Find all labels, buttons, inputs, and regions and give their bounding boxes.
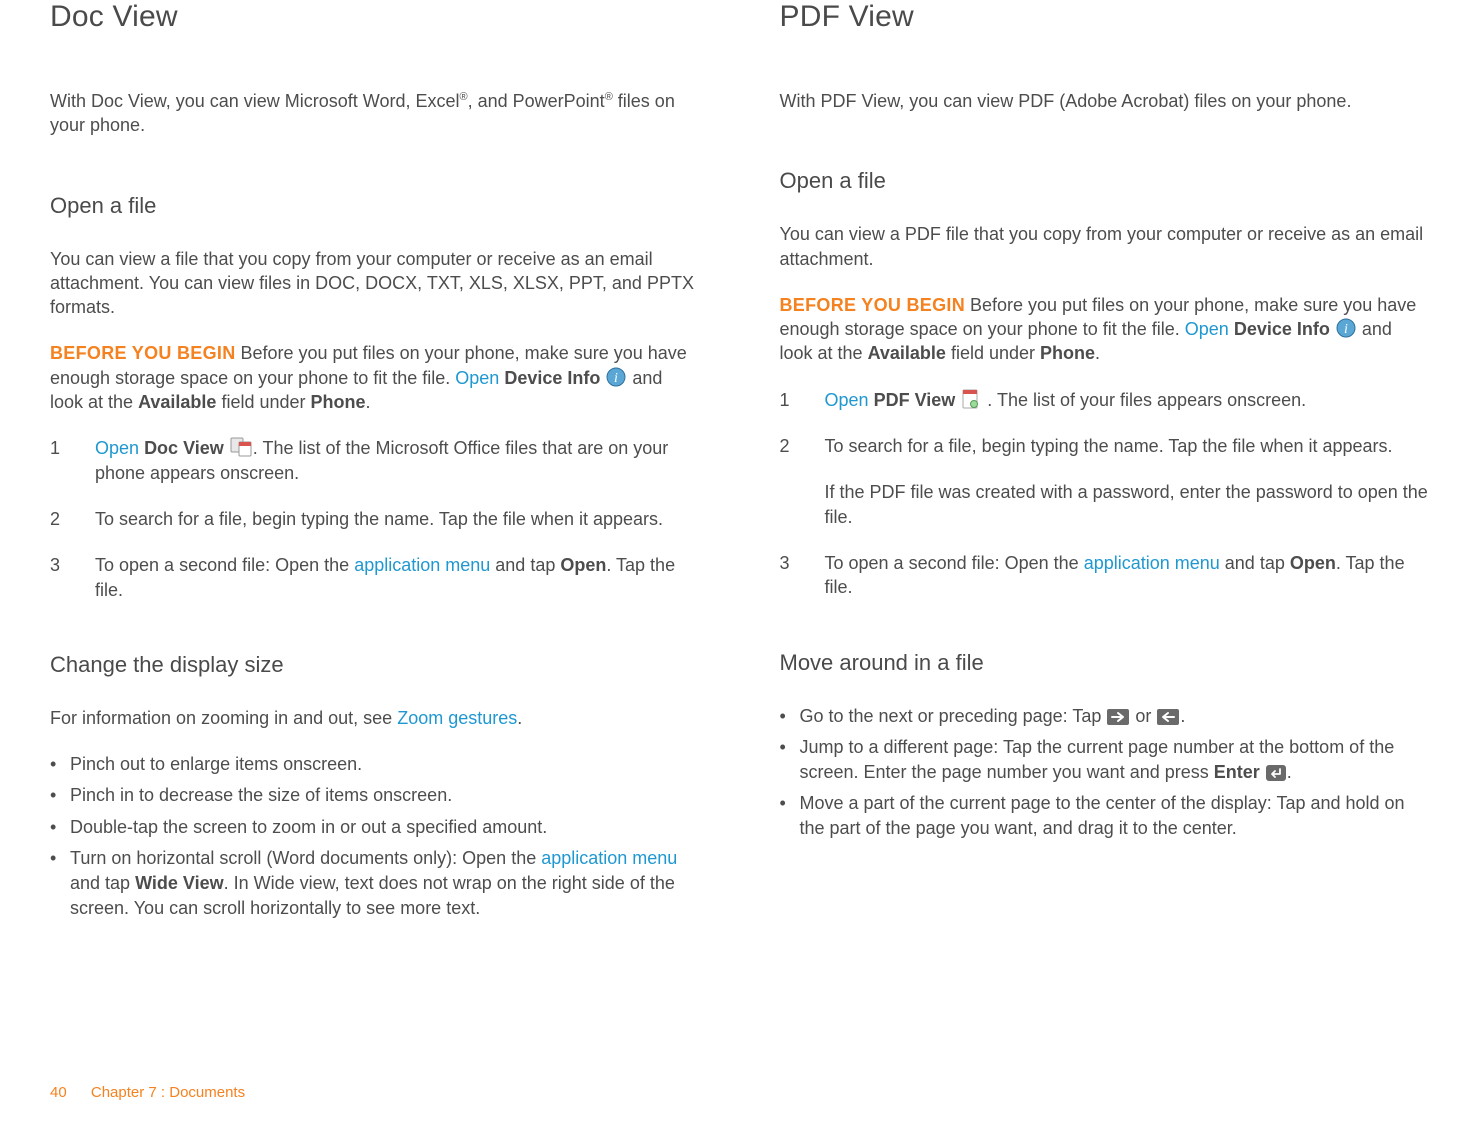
text: and tap	[490, 555, 560, 575]
phone-field: Phone	[1040, 343, 1095, 363]
phone-field: Phone	[311, 392, 366, 412]
doc-view-intro: With Doc View, you can view Microsoft Wo…	[50, 89, 700, 138]
registered-mark: ®	[459, 91, 467, 103]
text: For information on zooming in and out, s…	[50, 708, 397, 728]
device-info: Device Info	[1234, 319, 1330, 339]
text: .	[517, 708, 522, 728]
text: Jump to a different page: Tap the curren…	[800, 737, 1395, 782]
step-1: Open Doc View . The list of the Microsof…	[50, 436, 700, 485]
text: With Doc View, you can view Microsoft Wo…	[50, 91, 459, 111]
text: . The list of your files appears onscree…	[987, 390, 1306, 410]
text: .	[1180, 706, 1185, 726]
list-item: Turn on horizontal scroll (Word document…	[50, 846, 700, 922]
open-file-desc: You can view a PDF file that you copy fr…	[780, 222, 1430, 271]
step-2: To search for a file, begin typing the n…	[50, 507, 700, 531]
open-link[interactable]: Open	[1185, 319, 1229, 339]
text: To open a second file: Open the	[825, 553, 1084, 573]
display-size-bullets: Pinch out to enlarge items onscreen. Pin…	[50, 752, 700, 921]
page: Doc View With Doc View, you can view Mic…	[0, 0, 1479, 1123]
pdf-view-app-icon	[961, 389, 981, 409]
pdf-view-intro: With PDF View, you can view PDF (Adobe A…	[780, 89, 1430, 113]
doc-view-title: Doc View	[50, 0, 700, 34]
application-menu-link[interactable]: application menu	[541, 848, 677, 868]
text: .	[1095, 343, 1100, 363]
enter-key-icon	[1266, 765, 1286, 781]
svg-text:i: i	[1344, 322, 1348, 337]
open-file-heading: Open a file	[780, 168, 1430, 194]
registered-mark: ®	[605, 91, 613, 103]
doc-view-label: Doc View	[144, 438, 224, 458]
list-item: Pinch in to decrease the size of items o…	[50, 783, 700, 808]
open-label: Open	[1290, 553, 1336, 573]
list-item: Pinch out to enlarge items onscreen.	[50, 752, 700, 777]
text: Turn on horizontal scroll (Word document…	[70, 848, 541, 868]
text: and tap	[70, 873, 135, 893]
page-footer: 40 Chapter 7 : Documents	[50, 1084, 245, 1101]
list-item: Double-tap the screen to zoom in or out …	[50, 815, 700, 840]
open-link[interactable]: Open	[95, 438, 139, 458]
open-label: Open	[560, 555, 606, 575]
step-3: To open a second file: Open the applicat…	[780, 551, 1430, 600]
text: Go to the next or preceding page: Tap	[800, 706, 1107, 726]
open-file-steps: Open PDF View . The list of your files a…	[780, 388, 1430, 600]
text: To open a second file: Open the	[95, 555, 354, 575]
info-icon: i	[1336, 318, 1356, 338]
step-1: Open PDF View . The list of your files a…	[780, 388, 1430, 412]
text: field under	[216, 392, 310, 412]
text: .	[1287, 762, 1292, 782]
arrow-left-icon	[1157, 709, 1179, 725]
page-number: 40	[50, 1084, 67, 1101]
pdf-view-label: PDF View	[874, 390, 956, 410]
doc-view-app-icon	[230, 437, 252, 457]
move-around-bullets: Go to the next or preceding page: Tap or…	[780, 704, 1430, 842]
open-file-heading: Open a file	[50, 193, 700, 219]
enter-key: Enter	[1214, 762, 1260, 782]
text: , and PowerPoint	[468, 91, 605, 111]
available-field: Available	[868, 343, 946, 363]
display-size-intro: For information on zooming in and out, s…	[50, 706, 700, 730]
text: or	[1130, 706, 1156, 726]
two-column-layout: Doc View With Doc View, you can view Mic…	[50, 0, 1429, 927]
step-2-sub: If the PDF file was created with a passw…	[825, 480, 1430, 529]
step-2: To search for a file, begin typing the n…	[780, 434, 1430, 529]
display-size-heading: Change the display size	[50, 652, 700, 678]
info-icon: i	[606, 367, 626, 387]
text: To search for a file, begin typing the n…	[825, 436, 1393, 456]
open-link[interactable]: Open	[455, 368, 499, 388]
list-item: Jump to a different page: Tap the curren…	[780, 735, 1430, 785]
list-item: Go to the next or preceding page: Tap or…	[780, 704, 1430, 729]
available-field: Available	[138, 392, 216, 412]
zoom-gestures-link[interactable]: Zoom gestures	[397, 708, 517, 728]
chapter-label: Chapter 7 : Documents	[91, 1084, 245, 1101]
byb-label: BEFORE YOU BEGIN	[50, 343, 236, 363]
text: and tap	[1220, 553, 1290, 573]
application-menu-link[interactable]: application menu	[354, 555, 490, 575]
before-you-begin: BEFORE YOU BEGIN Before you put files on…	[780, 293, 1430, 366]
list-item: Move a part of the current page to the c…	[780, 791, 1430, 841]
device-info: Device Info	[504, 368, 600, 388]
step-3: To open a second file: Open the applicat…	[50, 553, 700, 602]
open-link[interactable]: Open	[825, 390, 869, 410]
application-menu-link[interactable]: application menu	[1084, 553, 1220, 573]
svg-text:i: i	[614, 371, 618, 386]
open-file-steps: Open Doc View . The list of the Microsof…	[50, 436, 700, 601]
wide-view-label: Wide View	[135, 873, 224, 893]
pdf-view-title: PDF View	[780, 0, 1430, 34]
text: field under	[946, 343, 1040, 363]
before-you-begin: BEFORE YOU BEGIN Before you put files on…	[50, 341, 700, 414]
arrow-right-icon	[1107, 709, 1129, 725]
text: .	[366, 392, 371, 412]
right-column: PDF View With PDF View, you can view PDF…	[780, 0, 1430, 927]
open-file-desc: You can view a file that you copy from y…	[50, 247, 700, 320]
left-column: Doc View With Doc View, you can view Mic…	[50, 0, 700, 927]
move-around-heading: Move around in a file	[780, 650, 1430, 676]
byb-label: BEFORE YOU BEGIN	[780, 295, 966, 315]
